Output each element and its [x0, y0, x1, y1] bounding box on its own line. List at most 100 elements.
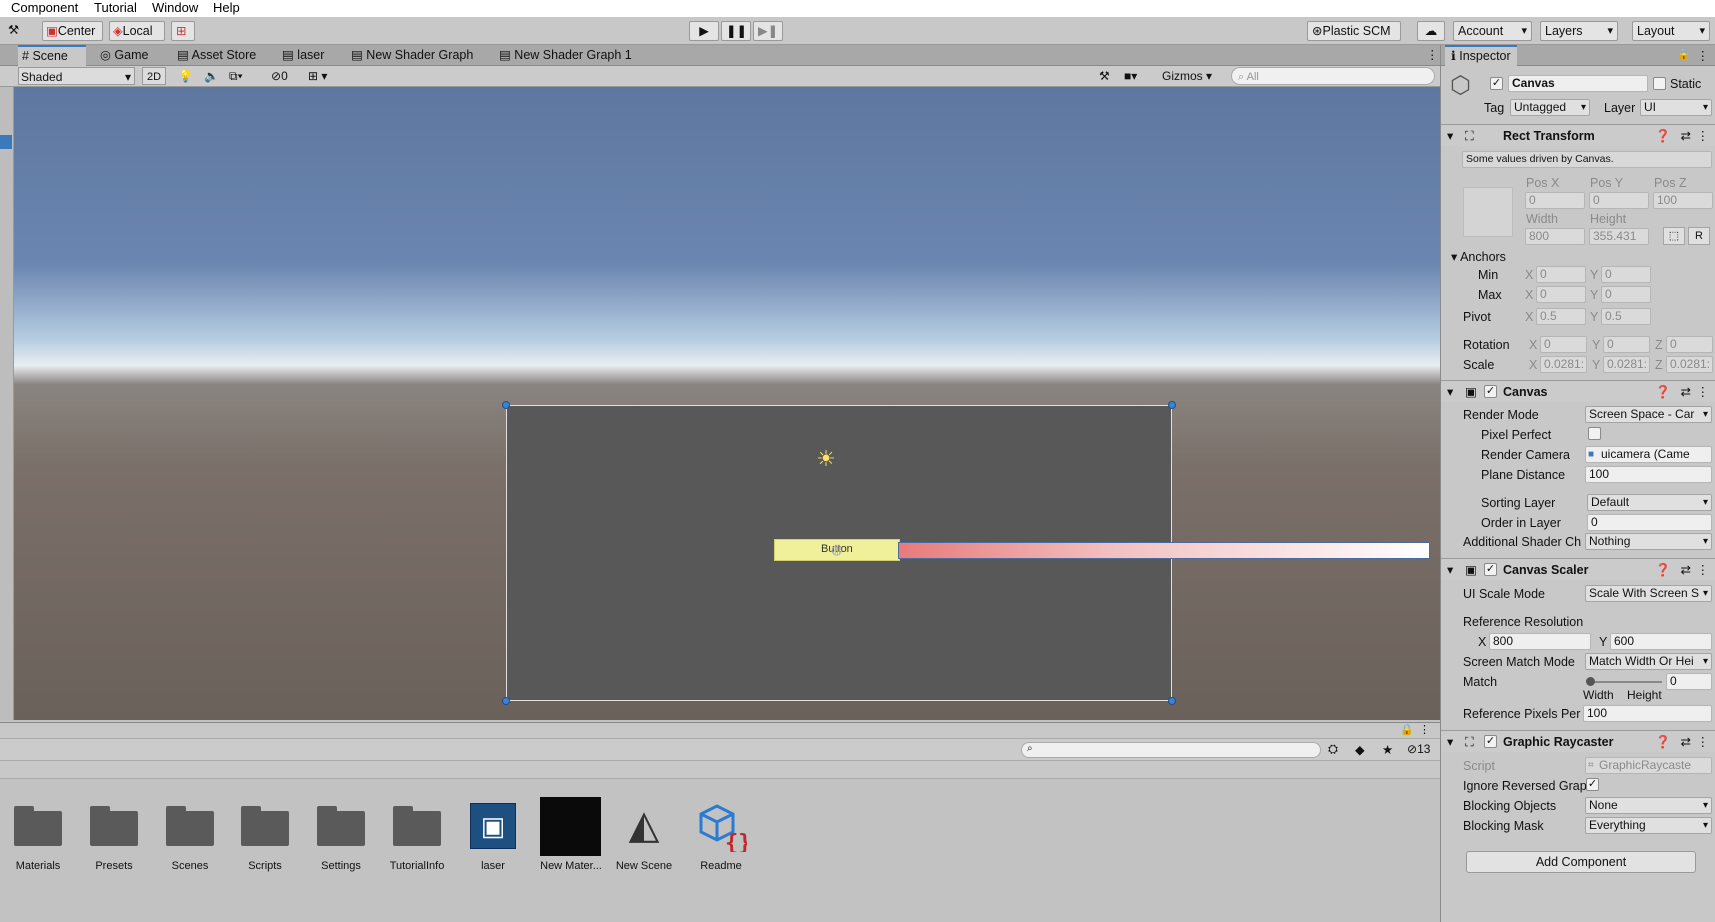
layer-dropdown[interactable]: UI: [1640, 99, 1712, 116]
laser-bar[interactable]: [898, 542, 1430, 559]
menu-component[interactable]: Component: [11, 0, 78, 15]
tools-icon[interactable]: ⚒: [1099, 67, 1110, 85]
hidden-packages-icon[interactable]: ⊘13: [1407, 742, 1430, 756]
cloud-icon[interactable]: ☁: [1417, 21, 1445, 41]
account-dropdown[interactable]: Account: [1453, 21, 1532, 41]
camera-icon[interactable]: ■▾: [1124, 67, 1137, 85]
folder-icon[interactable]: [317, 806, 365, 846]
pos-z-field[interactable]: 100: [1653, 192, 1713, 209]
scene-viewport[interactable]: ☀ Button ◍: [14, 87, 1440, 720]
filter-type-icon[interactable]: ⛭: [1328, 742, 1338, 757]
tab-game[interactable]: ◎ Game: [96, 45, 154, 66]
enabled-checkbox[interactable]: ✓: [1484, 385, 1497, 398]
screen-match-mode-dropdown[interactable]: Match Width Or Hei: [1585, 653, 1712, 670]
canvas-scaler-header[interactable]: ▾ ▣ ✓ Canvas Scaler ❓ ⇄ ⋮: [1441, 558, 1715, 580]
folder-icon[interactable]: [241, 806, 289, 846]
ref-x-field[interactable]: 800: [1489, 633, 1591, 650]
grid-snap-button[interactable]: ⊞: [171, 21, 195, 41]
shader-channels-dropdown[interactable]: Nothing: [1585, 533, 1712, 550]
folder-icon[interactable]: [166, 806, 214, 846]
match-slider-track[interactable]: [1590, 681, 1662, 683]
scene-search-input[interactable]: ⌕ All: [1231, 67, 1435, 85]
active-checkbox[interactable]: ✓: [1490, 77, 1503, 90]
button-object[interactable]: Button ◍: [774, 539, 900, 561]
preset-icon[interactable]: ⇄: [1681, 381, 1691, 403]
ref-pixels-per-unit-field[interactable]: 100: [1583, 705, 1712, 722]
more-options-icon[interactable]: ⋮: [1697, 381, 1710, 403]
order-in-layer-field[interactable]: 0: [1587, 514, 1712, 531]
blueprint-button[interactable]: ⬚: [1663, 227, 1685, 245]
ref-y-field[interactable]: 600: [1610, 633, 1712, 650]
more-options-icon[interactable]: ⋮: [1697, 48, 1710, 63]
rect-transform-header[interactable]: ▾ ⛶ Rect Transform ❓ ⇄ ⋮: [1441, 124, 1715, 146]
enabled-checkbox[interactable]: ✓: [1484, 563, 1497, 576]
tab-shader-graph-1[interactable]: ▤ New Shader Graph 1: [495, 45, 638, 66]
scale-y-field[interactable]: 0.0281:: [1603, 356, 1650, 373]
menu-window[interactable]: Window: [152, 0, 198, 15]
more-options-icon[interactable]: ⋮: [1697, 125, 1710, 147]
layout-dropdown[interactable]: Layout: [1632, 21, 1710, 41]
lock-icon[interactable]: 🔒: [1400, 723, 1414, 736]
folder-icon[interactable]: [90, 806, 138, 846]
lighting-icon[interactable]: 💡: [178, 67, 193, 85]
help-icon[interactable]: ❓: [1655, 559, 1671, 581]
match-field[interactable]: 0: [1666, 673, 1712, 690]
prefab-laser-icon[interactable]: ▣: [470, 803, 516, 849]
min-x-field[interactable]: 0: [1536, 266, 1586, 283]
effects-icon[interactable]: ⧉▾: [229, 67, 243, 85]
tag-dropdown[interactable]: Untagged: [1510, 99, 1590, 116]
static-checkbox[interactable]: [1653, 77, 1666, 90]
scale-z-field[interactable]: 0.0281:: [1666, 356, 1713, 373]
audio-icon[interactable]: 🔈: [204, 67, 219, 85]
plastic-scm-button[interactable]: ⊛Plastic SCM: [1307, 21, 1401, 41]
add-component-button[interactable]: Add Component: [1466, 851, 1696, 873]
material-thumbnail[interactable]: [540, 797, 601, 856]
render-camera-field[interactable]: ■ uicamera (Came: [1585, 446, 1712, 463]
tools-icon[interactable]: ⚒: [4, 21, 28, 41]
ui-scale-mode-dropdown[interactable]: Scale With Screen S: [1585, 585, 1712, 602]
pause-button[interactable]: ❚❚: [721, 21, 751, 41]
layers-dropdown[interactable]: Layers: [1540, 21, 1618, 41]
unity-scene-icon[interactable]: ◭: [617, 800, 671, 850]
rect-handle-tl[interactable]: [502, 401, 510, 409]
rect-handle-bl[interactable]: [502, 697, 510, 705]
help-icon[interactable]: ❓: [1655, 125, 1671, 147]
max-y-field[interactable]: 0: [1601, 286, 1651, 303]
min-y-field[interactable]: 0: [1601, 266, 1651, 283]
preset-icon[interactable]: ⇄: [1681, 559, 1691, 581]
pivot-local-button[interactable]: ◈Local: [109, 21, 165, 41]
plane-distance-field[interactable]: 100: [1585, 466, 1712, 483]
pivot-y-field[interactable]: 0.5: [1601, 308, 1651, 325]
raw-edit-button[interactable]: R: [1688, 227, 1710, 245]
anchors-foldout[interactable]: ▾ Anchors: [1451, 249, 1506, 264]
tab-shader-graph[interactable]: ▤ New Shader Graph: [347, 45, 479, 66]
sorting-layer-dropdown[interactable]: Default: [1587, 494, 1712, 511]
more-options-icon[interactable]: ⋮: [1697, 559, 1710, 581]
object-name-input[interactable]: Canvas: [1508, 75, 1648, 92]
more-options-icon[interactable]: ⋮: [1697, 731, 1710, 753]
filter-label-icon[interactable]: ◆: [1355, 742, 1365, 757]
rot-x-field[interactable]: 0: [1540, 336, 1587, 353]
rot-y-field[interactable]: 0: [1603, 336, 1650, 353]
grid-icon[interactable]: ⊞ ▾: [308, 67, 327, 85]
lock-icon[interactable]: 🔒: [1677, 48, 1691, 61]
tab-laser[interactable]: ▤ laser: [278, 45, 330, 66]
favorite-icon[interactable]: ★: [1382, 742, 1393, 757]
pivot-center-button[interactable]: ▣Center: [42, 21, 103, 41]
blocking-objects-dropdown[interactable]: None: [1585, 797, 1712, 814]
hidden-objects-icon[interactable]: ⊘0: [271, 67, 288, 85]
render-mode-dropdown[interactable]: Screen Space - Car: [1585, 406, 1712, 423]
ignore-reversed-checkbox[interactable]: ✓: [1586, 778, 1599, 791]
pos-y-field[interactable]: 0: [1589, 192, 1649, 209]
gizmos-dropdown[interactable]: Gizmos ▾: [1162, 67, 1224, 85]
help-icon[interactable]: ❓: [1655, 381, 1671, 403]
height-field[interactable]: 355.431: [1589, 228, 1649, 245]
pixel-perfect-checkbox[interactable]: [1588, 427, 1601, 440]
help-icon[interactable]: ❓: [1655, 731, 1671, 753]
preset-icon[interactable]: ⇄: [1681, 731, 1691, 753]
menu-tutorial[interactable]: Tutorial: [94, 0, 137, 15]
project-search-input[interactable]: ⌕: [1021, 742, 1321, 758]
tab-scene[interactable]: # Scene: [18, 45, 86, 66]
tab-asset-store[interactable]: ▤ Asset Store: [173, 45, 262, 66]
rect-handle-tr[interactable]: [1168, 401, 1176, 409]
